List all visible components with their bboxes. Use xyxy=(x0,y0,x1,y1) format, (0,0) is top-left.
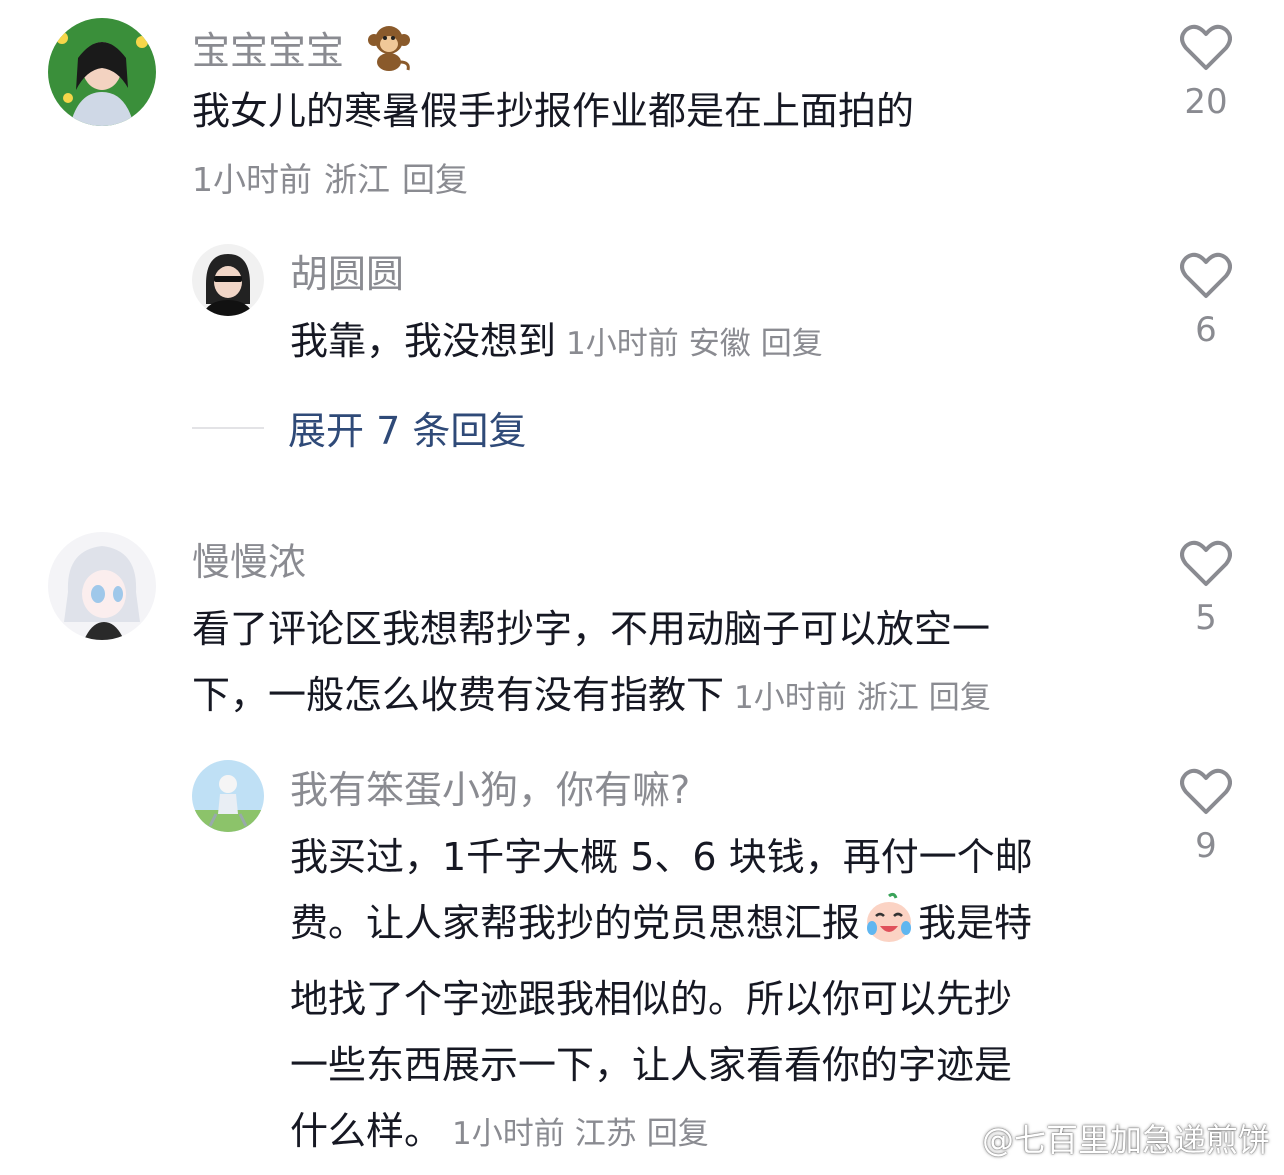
expand-replies-button[interactable]: 展开 7 条回复 xyxy=(192,400,526,455)
reply-text-segment: 费。让人家帮我抄的党员思想汇报 xyxy=(290,901,861,945)
comment-time: 1小时前 xyxy=(192,160,312,199)
reply-text-line: 我买过，1千字大概 5、6 块钱，再付一个邮 xyxy=(290,835,1033,879)
avatar-image-icon xyxy=(48,18,156,126)
avatar[interactable] xyxy=(48,18,156,126)
like-button[interactable]: 5 xyxy=(1166,540,1246,640)
like-button[interactable]: 6 xyxy=(1166,252,1246,352)
reply-text-segment: 我是特 xyxy=(918,901,1033,945)
avatar[interactable] xyxy=(192,244,264,316)
comment-text: 看了评论区我想帮抄字，不用动脑子可以放空一 下，一般怎么收费有没有指教下 1小时前… xyxy=(192,596,1152,731)
avatar[interactable] xyxy=(192,760,264,832)
reply-text-line: 我靠，我没想到 1小时前 安徽 回复 xyxy=(290,308,823,377)
reply-button[interactable]: 回复 xyxy=(647,1116,709,1152)
watermark: @七百里加急递煎饼 xyxy=(934,1115,1270,1165)
watermark-text: @七百里加急递煎饼 xyxy=(981,1121,1270,1159)
reply-text: 我靠，我没想到 xyxy=(290,319,557,363)
like-count: 6 xyxy=(1195,310,1217,350)
reply-text-segment: 什么样。 xyxy=(290,1109,443,1153)
comment-text-line: 看了评论区我想帮抄字，不用动脑子可以放空一 xyxy=(192,607,991,651)
reply-time: 1小时前 xyxy=(566,326,679,362)
expand-replies-label: 展开 7 条回复 xyxy=(288,409,527,453)
reply-username[interactable]: 我有笨蛋小狗，你有嘛? xyxy=(290,766,690,814)
avatar-image-icon xyxy=(192,760,264,832)
like-count: 20 xyxy=(1184,82,1228,122)
reply-location: 江苏 xyxy=(574,1116,637,1152)
monkey-emoji-icon xyxy=(366,22,412,83)
reply-button[interactable]: 回复 xyxy=(402,160,468,199)
comment-text-tail: 下，一般怎么收费有没有指教下 xyxy=(192,673,725,717)
like-count: 5 xyxy=(1195,598,1217,638)
comment-username[interactable]: 宝宝宝宝 xyxy=(192,22,412,83)
comment-meta: 1小时前 浙江 回复 xyxy=(192,158,480,202)
comment-text-line: 下，一般怎么收费有没有指教下 1小时前 浙江 回复 xyxy=(192,662,1152,731)
reply-button[interactable]: 回复 xyxy=(761,326,823,362)
like-button[interactable]: 9 xyxy=(1166,768,1246,868)
reply-time: 1小时前 xyxy=(452,1116,565,1152)
like-count: 9 xyxy=(1195,826,1217,866)
weibo-icon xyxy=(934,1121,978,1165)
heart-icon xyxy=(1180,768,1232,814)
comment-text: 我女儿的寒暑假手抄报作业都是在上面拍的 xyxy=(192,89,915,133)
comment-time: 1小时前 xyxy=(734,680,847,716)
comment-location: 浙江 xyxy=(324,160,390,199)
avatar-image-icon xyxy=(192,244,264,316)
reply-text-line: 费。让人家帮我抄的党员思想汇报 我是特 xyxy=(290,890,1150,966)
divider xyxy=(192,426,264,429)
heart-icon xyxy=(1180,252,1232,298)
reply-text-line: 一些东西展示一下，让人家看看你的字迹是 xyxy=(290,1043,1013,1087)
comment-location: 浙江 xyxy=(856,680,919,716)
heart-icon xyxy=(1180,540,1232,586)
reply-location: 安徽 xyxy=(688,326,751,362)
like-button[interactable]: 20 xyxy=(1166,24,1246,124)
crying-laugh-emoji-icon xyxy=(862,892,916,966)
avatar[interactable] xyxy=(48,532,156,640)
reply-username[interactable]: 胡圆圆 xyxy=(290,250,404,298)
comment-username[interactable]: 慢慢浓 xyxy=(192,538,306,586)
avatar-image-icon xyxy=(48,532,156,640)
reply-button[interactable]: 回复 xyxy=(929,680,991,716)
reply-text-line: 地找了个字迹跟我相似的。所以你可以先抄 xyxy=(290,977,1013,1021)
heart-icon xyxy=(1180,24,1232,70)
